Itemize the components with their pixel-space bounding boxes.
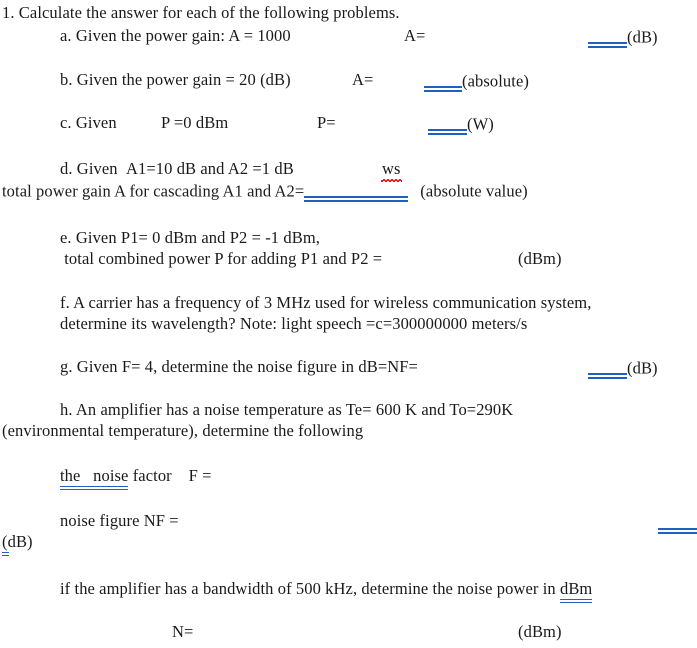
problem-a-answer-row: (dB) [588,26,658,48]
problem-h-noise-figure-unit: (dB) [2,532,33,557]
worksheet-heading: 1. Calculate the answer for each of the … [2,3,400,22]
problem-d-text: d. Given [60,159,118,178]
problem-b-text: b. Given the power gain = 20 (dB) [60,70,291,89]
spellcheck-squiggle: ws [381,159,402,183]
problem-d-stray-word: ws [381,159,402,183]
noise-factor-rest: factor F = [128,466,212,485]
problem-h-line1: h. An amplifier has a noise temperature … [60,400,514,419]
noise-factor-underlined-phrase: the noise [60,466,129,491]
problem-h-bandwidth-line: if the amplifier has a bandwidth of 500 … [60,579,593,604]
problem-b-unit: (absolute) [462,71,529,91]
worksheet-page: 1. Calculate the answer for each of the … [0,0,697,648]
problem-h-line2: (environmental temperature), determine t… [2,421,364,440]
problem-f-line2: determine its wavelength? Note: light sp… [60,314,528,333]
problem-h-noise-factor-line: the noise factor F = [60,466,212,491]
problem-c-given: P =0 dBm [161,113,229,132]
problem-a-unit: (dB) [627,27,658,47]
problem-d-given: A1=10 dB and A2 =1 dB [126,159,294,178]
problem-a-answer-blank[interactable] [588,26,627,47]
problem-g-answer-row: (dB) [588,357,658,379]
problem-c-text: c. Given [60,113,117,132]
problem-e-line1: e. Given P1= 0 dBm and P2 = -1 dBm, [60,228,320,247]
problem-d-answer-blank[interactable] [304,180,409,201]
problem-b-answer-blank[interactable] [424,70,462,91]
problem-h-noise-figure-blank[interactable] [658,528,697,534]
problem-g-text: g. Given F= 4, determine the noise figur… [60,357,418,376]
problem-g-answer-blank[interactable] [588,357,627,378]
problem-h-answer-unit: (dBm) [518,622,562,641]
problem-c-answer-row: (W) [428,113,494,135]
problem-c-answer-prompt: P= [317,113,336,132]
problem-a-text: a. Given the power gain: A = 1000 [60,26,291,45]
problem-h-answer-prompt: N= [172,622,194,641]
problem-d-line2: total power gain A for cascading A1 and … [2,180,528,202]
problem-a-answer-prompt: A= [404,26,426,45]
problem-e-line2: total combined power P for adding P1 and… [60,249,383,268]
problem-b-answer-row: (absolute) [424,70,529,92]
problem-c-unit: (W) [467,114,494,134]
noise-figure-unit-tick: (dB) [2,532,33,557]
problem-b-answer-prompt: A= [352,70,374,89]
problem-h-noise-figure-line: noise figure NF = [60,511,179,530]
dbm-underlined-term: dBm [559,579,593,604]
problem-d-line2-prefix: total power gain A for cascading A1 and … [2,181,305,201]
bandwidth-prefix: if the amplifier has a bandwidth of 500 … [60,579,560,598]
problem-d-unit: (absolute value) [420,181,528,201]
problem-c-answer-blank[interactable] [428,113,467,134]
problem-f-line1: f. A carrier has a frequency of 3 MHz us… [60,293,592,312]
problem-g-unit: (dB) [627,358,658,378]
problem-e-unit: (dBm) [518,249,562,268]
